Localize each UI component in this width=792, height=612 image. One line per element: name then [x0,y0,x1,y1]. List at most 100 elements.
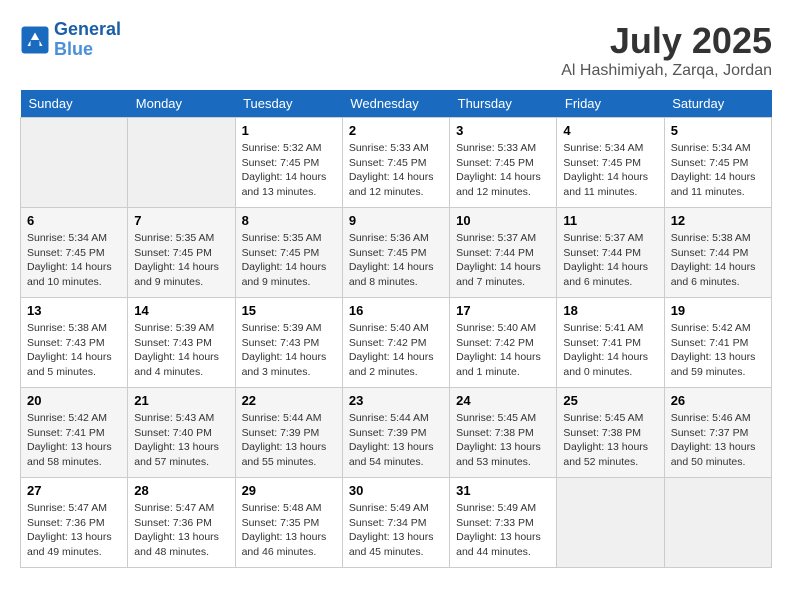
day-info: Sunrise: 5:49 AMSunset: 7:34 PMDaylight:… [349,501,443,560]
calendar-cell: 28 Sunrise: 5:47 AMSunset: 7:36 PMDayligh… [128,478,235,568]
day-info: Sunrise: 5:45 AMSunset: 7:38 PMDaylight:… [456,411,550,470]
day-number: 24 [456,393,550,408]
calendar-cell: 1 Sunrise: 5:32 AMSunset: 7:45 PMDaylight… [235,118,342,208]
day-number: 16 [349,303,443,318]
day-number: 20 [27,393,121,408]
day-number: 28 [134,483,228,498]
calendar-cell: 23 Sunrise: 5:44 AMSunset: 7:39 PMDayligh… [342,388,449,478]
day-number: 21 [134,393,228,408]
day-info: Sunrise: 5:40 AMSunset: 7:42 PMDaylight:… [456,321,550,380]
day-info: Sunrise: 5:35 AMSunset: 7:45 PMDaylight:… [134,231,228,290]
day-info: Sunrise: 5:40 AMSunset: 7:42 PMDaylight:… [349,321,443,380]
calendar-cell: 30 Sunrise: 5:49 AMSunset: 7:34 PMDayligh… [342,478,449,568]
col-tuesday: Tuesday [235,90,342,118]
day-info: Sunrise: 5:33 AMSunset: 7:45 PMDaylight:… [456,141,550,200]
day-number: 17 [456,303,550,318]
day-number: 27 [27,483,121,498]
day-info: Sunrise: 5:38 AMSunset: 7:43 PMDaylight:… [27,321,121,380]
calendar-body: 1 Sunrise: 5:32 AMSunset: 7:45 PMDaylight… [21,118,772,568]
day-number: 30 [349,483,443,498]
calendar-cell: 10Sunrise: 5:37 AMSunset: 7:44 PMDayligh… [450,208,557,298]
day-number: 29 [242,483,336,498]
calendar-cell: 11 Sunrise: 5:37 AMSunset: 7:44 PMDayligh… [557,208,664,298]
day-number: 13 [27,303,121,318]
calendar-week-4: 20 Sunrise: 5:42 AMSunset: 7:41 PMDayligh… [21,388,772,478]
calendar-cell: 20 Sunrise: 5:42 AMSunset: 7:41 PMDayligh… [21,388,128,478]
calendar-week-1: 1 Sunrise: 5:32 AMSunset: 7:45 PMDaylight… [21,118,772,208]
day-info: Sunrise: 5:34 AMSunset: 7:45 PMDaylight:… [27,231,121,290]
day-number: 22 [242,393,336,408]
calendar-cell: 15Sunrise: 5:39 AMSunset: 7:43 PMDayligh… [235,298,342,388]
col-wednesday: Wednesday [342,90,449,118]
day-info: Sunrise: 5:42 AMSunset: 7:41 PMDaylight:… [671,321,765,380]
day-info: Sunrise: 5:34 AMSunset: 7:45 PMDaylight:… [671,141,765,200]
calendar-cell: 19 Sunrise: 5:42 AMSunset: 7:41 PMDayligh… [664,298,771,388]
day-info: Sunrise: 5:32 AMSunset: 7:45 PMDaylight:… [242,141,336,200]
calendar-cell: 21Sunrise: 5:43 AMSunset: 7:40 PMDayligh… [128,388,235,478]
calendar-cell: 26Sunrise: 5:46 AMSunset: 7:37 PMDayligh… [664,388,771,478]
calendar-cell: 6 Sunrise: 5:34 AMSunset: 7:45 PMDaylight… [21,208,128,298]
day-info: Sunrise: 5:44 AMSunset: 7:39 PMDaylight:… [242,411,336,470]
logo-icon [20,25,50,55]
day-number: 18 [563,303,657,318]
day-number: 26 [671,393,765,408]
day-number: 2 [349,123,443,138]
calendar-cell: 27Sunrise: 5:47 AMSunset: 7:36 PMDayligh… [21,478,128,568]
calendar-table: Sunday Monday Tuesday Wednesday Thursday… [20,90,772,568]
day-number: 5 [671,123,765,138]
calendar-cell: 9 Sunrise: 5:36 AMSunset: 7:45 PMDaylight… [342,208,449,298]
day-info: Sunrise: 5:49 AMSunset: 7:33 PMDaylight:… [456,501,550,560]
calendar-cell: 12Sunrise: 5:38 AMSunset: 7:44 PMDayligh… [664,208,771,298]
day-number: 9 [349,213,443,228]
day-info: Sunrise: 5:37 AMSunset: 7:44 PMDaylight:… [563,231,657,290]
calendar-cell: 4 Sunrise: 5:34 AMSunset: 7:45 PMDaylight… [557,118,664,208]
calendar-cell: 18Sunrise: 5:41 AMSunset: 7:41 PMDayligh… [557,298,664,388]
calendar-cell [557,478,664,568]
day-number: 11 [563,213,657,228]
day-info: Sunrise: 5:48 AMSunset: 7:35 PMDaylight:… [242,501,336,560]
day-info: Sunrise: 5:36 AMSunset: 7:45 PMDaylight:… [349,231,443,290]
calendar-cell: 13 Sunrise: 5:38 AMSunset: 7:43 PMDayligh… [21,298,128,388]
calendar-cell: 8Sunrise: 5:35 AMSunset: 7:45 PMDaylight… [235,208,342,298]
calendar-cell [128,118,235,208]
day-info: Sunrise: 5:34 AMSunset: 7:45 PMDaylight:… [563,141,657,200]
title-area: July 2025 Al Hashimiyah, Zarqa, Jordan [561,20,772,80]
day-info: Sunrise: 5:45 AMSunset: 7:38 PMDaylight:… [563,411,657,470]
day-info: Sunrise: 5:39 AMSunset: 7:43 PMDaylight:… [134,321,228,380]
day-number: 31 [456,483,550,498]
location-subtitle: Al Hashimiyah, Zarqa, Jordan [561,62,772,80]
calendar-cell: 5 Sunrise: 5:34 AMSunset: 7:45 PMDaylight… [664,118,771,208]
day-number: 4 [563,123,657,138]
col-monday: Monday [128,90,235,118]
calendar-cell: 2 Sunrise: 5:33 AMSunset: 7:45 PMDaylight… [342,118,449,208]
day-number: 23 [349,393,443,408]
calendar-cell [664,478,771,568]
calendar-cell: 22 Sunrise: 5:44 AMSunset: 7:39 PMDayligh… [235,388,342,478]
calendar-cell: 14 Sunrise: 5:39 AMSunset: 7:43 PMDayligh… [128,298,235,388]
col-thursday: Thursday [450,90,557,118]
logo-text: General Blue [54,20,121,60]
calendar-cell: 16 Sunrise: 5:40 AMSunset: 7:42 PMDayligh… [342,298,449,388]
day-info: Sunrise: 5:44 AMSunset: 7:39 PMDaylight:… [349,411,443,470]
day-number: 3 [456,123,550,138]
day-number: 6 [27,213,121,228]
day-info: Sunrise: 5:42 AMSunset: 7:41 PMDaylight:… [27,411,121,470]
calendar-cell: 24 Sunrise: 5:45 AMSunset: 7:38 PMDayligh… [450,388,557,478]
calendar-cell: 31 Sunrise: 5:49 AMSunset: 7:33 PMDayligh… [450,478,557,568]
calendar-cell: 29 Sunrise: 5:48 AMSunset: 7:35 PMDayligh… [235,478,342,568]
day-number: 15 [242,303,336,318]
day-number: 14 [134,303,228,318]
calendar-cell: 25Sunrise: 5:45 AMSunset: 7:38 PMDayligh… [557,388,664,478]
calendar-cell: 3 Sunrise: 5:33 AMSunset: 7:45 PMDaylight… [450,118,557,208]
day-number: 19 [671,303,765,318]
calendar-week-5: 27 Sunrise: 5:47 AMSunset: 7:36 PMDayligh… [21,478,772,568]
day-number: 1 [242,123,336,138]
day-number: 8 [242,213,336,228]
calendar-week-2: 6 Sunrise: 5:34 AMSunset: 7:45 PMDaylight… [21,208,772,298]
day-info: Sunrise: 5:47 AMSunset: 7:36 PMDaylight:… [134,501,228,560]
day-info: Sunrise: 5:33 AMSunset: 7:45 PMDaylight:… [349,141,443,200]
col-sunday: Sunday [21,90,128,118]
calendar-week-3: 13 Sunrise: 5:38 AMSunset: 7:43 PMDayligh… [21,298,772,388]
day-number: 10 [456,213,550,228]
day-info: Sunrise: 5:38 AMSunset: 7:44 PMDaylight:… [671,231,765,290]
